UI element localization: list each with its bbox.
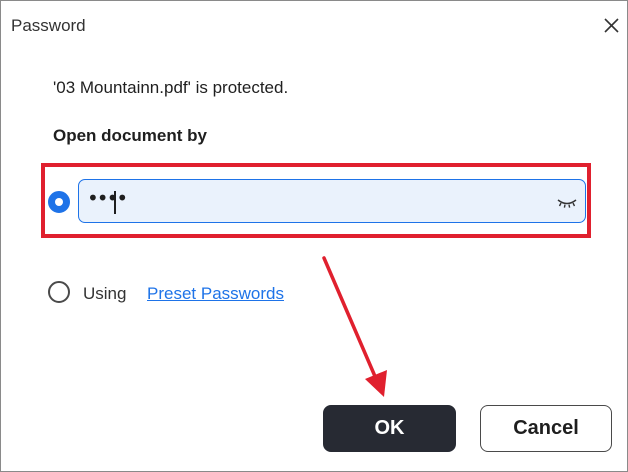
protected-message: '03 Mountainn.pdf' is protected. (53, 78, 289, 97)
close-button[interactable] (597, 11, 625, 39)
dialog-title: Password (11, 16, 86, 35)
password-dialog: Password '03 Mountainn.pdf' is protected… (0, 0, 628, 472)
ok-button[interactable]: OK (323, 405, 456, 452)
open-document-by-label: Open document by (53, 126, 207, 145)
cancel-button[interactable]: Cancel (480, 405, 612, 452)
preset-passwords-radio[interactable] (48, 281, 70, 303)
close-icon (604, 18, 619, 33)
using-label: Using (83, 284, 127, 303)
preset-passwords-link[interactable]: Preset Passwords (147, 284, 284, 304)
annotation-highlight-box (41, 163, 591, 238)
